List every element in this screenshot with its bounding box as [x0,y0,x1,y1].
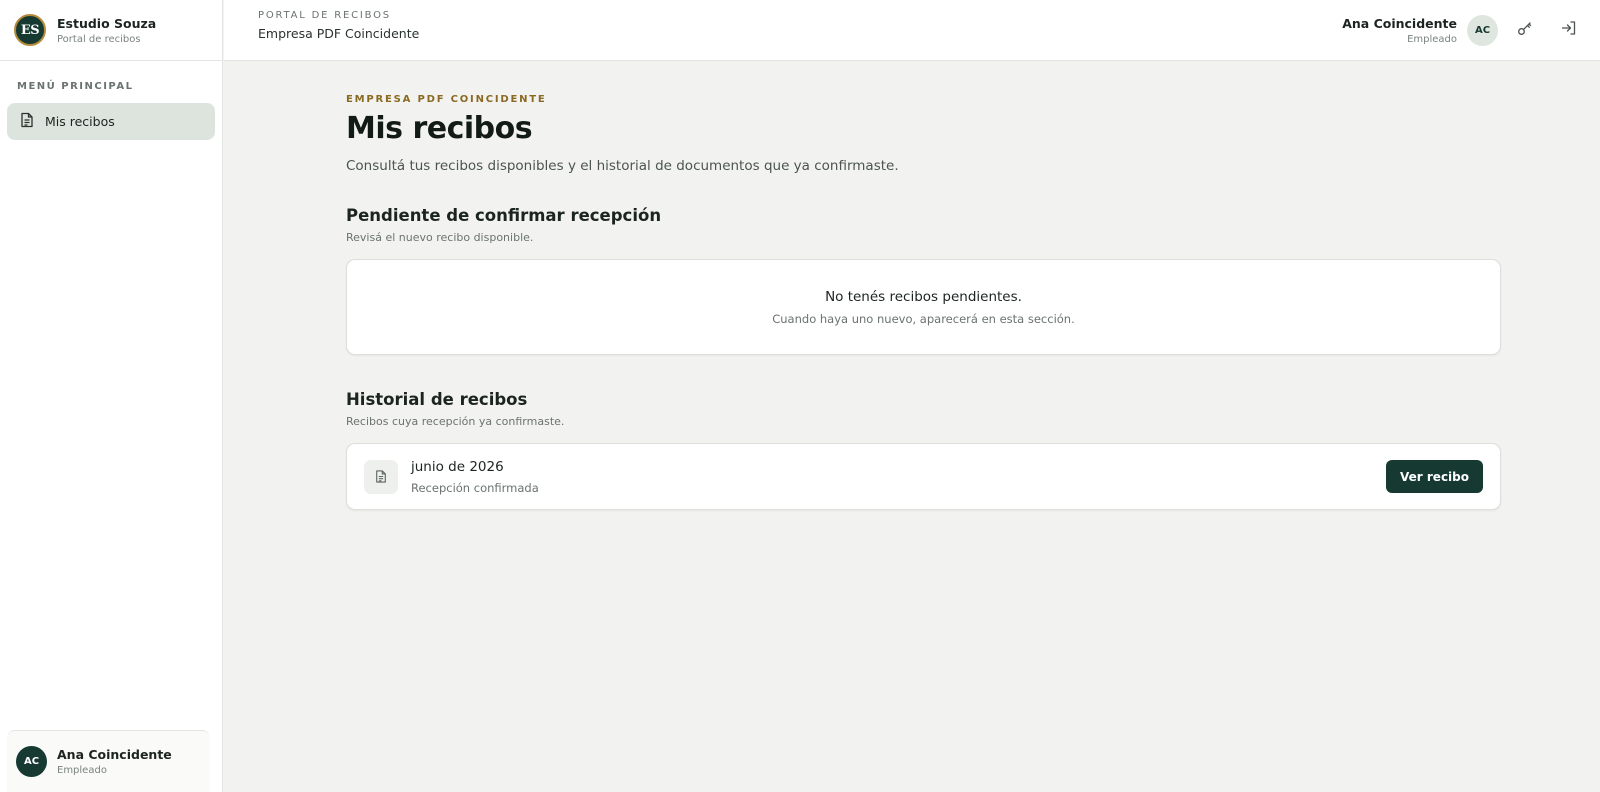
header-company: Empresa PDF Coincidente [258,26,420,41]
receipt-period: junio de 2026 [411,458,504,475]
page-title: Mis recibos [346,111,533,146]
sidebar-item-label: Mis recibos [45,114,115,129]
pending-section-subtitle: Revisá el nuevo recibo disponible. [346,231,534,244]
sidebar: ES Estudio Souza Portal de recibos MENÚ … [0,0,223,792]
history-section-subtitle: Recibos cuya recepción ya confirmaste. [346,415,565,428]
pending-empty-state: No tenés recibos pendientes. Cuando haya… [346,259,1501,355]
avatar: AC [16,746,47,777]
header-kicker: PORTAL DE RECIBOS [258,10,391,21]
menu-title: MENÚ PRINCIPAL [17,81,134,92]
receipt-status: Recepción confirmada [411,480,539,495]
header-context: PORTAL DE RECIBOS Empresa PDF Coincident… [258,10,419,41]
page-description: Consultá tus recibos disponibles y el hi… [346,158,899,174]
history-section-title: Historial de recibos [346,390,528,409]
document-icon [20,112,34,132]
empty-state-subtitle: Cuando haya uno nuevo, aparecerá en esta… [772,311,1075,326]
header-user-role: Empleado [1407,33,1457,45]
main-content: EMPRESA PDF COINCIDENTE Mis recibos Cons… [346,61,1501,510]
list-item: junio de 2026 Recepción confirmada Ver r… [346,443,1501,510]
sidebar-user-name: Ana Coincidente [57,747,172,762]
header-user-name: Ana Coincidente [1342,15,1457,31]
brand-text: Estudio Souza Portal de recibos [57,16,156,45]
header-user-area: Ana Coincidente Empleado AC [1342,0,1586,60]
history-section: Historial de recibos Recibos cuya recepc… [346,390,1501,510]
key-icon [1517,20,1533,40]
header-avatar[interactable]: AC [1467,14,1498,46]
logout-icon [1561,20,1577,40]
sidebar-user-card[interactable]: AC Ana Coincidente Empleado [7,730,210,792]
sidebar-user-role: Empleado [57,765,107,776]
brand-header: ES Estudio Souza Portal de recibos [0,0,222,61]
page-kicker: EMPRESA PDF COINCIDENTE [346,94,547,105]
pending-section: Pendiente de confirmar recepción Revisá … [346,206,1501,355]
view-receipt-button[interactable]: Ver recibo [1386,460,1483,493]
receipt-info: junio de 2026 Recepción confirmada [411,459,539,495]
brand-name: Estudio Souza [57,15,157,31]
receipt-document-icon [364,459,398,494]
logout-button[interactable] [1552,13,1586,47]
empty-state-title: No tenés recibos pendientes. [825,288,1022,305]
top-bar: PORTAL DE RECIBOS Empresa PDF Coincident… [224,0,1600,61]
sidebar-user-info: Ana Coincidente Empleado [57,747,172,776]
brand-logo[interactable]: ES [14,14,46,46]
change-password-button[interactable] [1508,13,1542,47]
brand-subtitle: Portal de recibos [57,33,141,45]
header-user-info: Ana Coincidente Empleado [1342,16,1457,45]
sidebar-item-mis-recibos[interactable]: Mis recibos [7,103,215,140]
pending-section-title: Pendiente de confirmar recepción [346,206,662,225]
